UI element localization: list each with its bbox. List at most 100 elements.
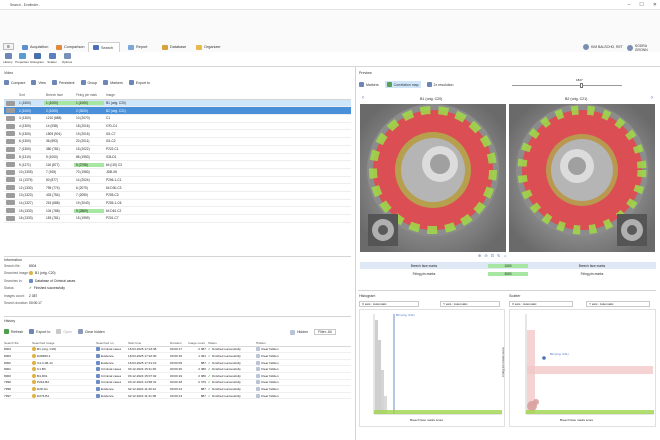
rotate-icon[interactable]: ↻: [497, 253, 500, 258]
table-row[interactable]: 10 (1305) 7 (915) 70 (1983) JDB-X6: [4, 169, 351, 177]
column-header[interactable]: Sort: [17, 93, 44, 97]
history-row[interactable]: 7997 D274-B1 Evidence 02.12.2024 11:31:05 00…: [4, 393, 351, 400]
match-slider[interactable]: 1827: [512, 78, 622, 88]
check-icon: ✔: [29, 286, 32, 291]
table-row[interactable]: 8 (1310) 5 (1000) 86 (1953) ICB-D1: [4, 154, 351, 162]
history-tool[interactable]: History: [1, 53, 15, 64]
preview-markers-button[interactable]: Markers: [359, 82, 379, 87]
column-header[interactable]: Firing pin mark: [74, 93, 104, 97]
refresh-button[interactable]: Refresh: [4, 329, 23, 334]
tab-organizer[interactable]: Organizer: [192, 42, 227, 52]
minimize-button[interactable]: –: [628, 2, 631, 8]
properties-tool[interactable]: Properties: [15, 53, 29, 64]
maximize-button[interactable]: ☐: [639, 2, 643, 8]
light-icon[interactable]: ☼: [503, 253, 507, 258]
tab-report[interactable]: Report: [124, 42, 153, 52]
options-tool[interactable]: Options: [60, 53, 74, 64]
close-button[interactable]: ✕: [653, 2, 657, 8]
left-cartridge-image[interactable]: [360, 104, 506, 252]
history-row[interactable]: 7998 D28-G1 Evidence 02.12.2024 11:40:12 00:…: [4, 386, 351, 393]
zoom-out-icon[interactable]: ⊖: [484, 253, 487, 258]
right-cartridge-image[interactable]: [509, 104, 655, 252]
table-row[interactable]: 12 (1330) 795 (774) 6 (2070) 64 D30-C3: [4, 184, 351, 192]
table-row[interactable]: 3 (1300) 1210 (888) 10 (2070) C1: [4, 115, 351, 123]
table-row[interactable]: 2 (1000) 2 (1000) 2 (3000) B2 (orig. C21): [4, 107, 351, 116]
tab-comparison[interactable]: Comparison: [52, 42, 90, 52]
user-avatar-icon: [627, 45, 633, 51]
clear-hidden-button[interactable]: Clear hidden: [77, 329, 105, 334]
history-row[interactable]: 8000 B4-D01 Criminal cases 03.12.2024 15:07…: [4, 373, 351, 380]
rank-cell: 3 (1300): [19, 116, 31, 121]
cartridge-thumbnail-icon: [6, 123, 15, 129]
table-row[interactable]: 16 (1333) 153 (781) 15 (1959) P201-C7: [4, 215, 351, 223]
column-header[interactable]: Image: [104, 93, 144, 97]
scatter-tool[interactable]: Scatter: [45, 53, 59, 64]
table-row[interactable]: 4 (1300) 14 (938) 18 (2016) I7/D-C4: [4, 123, 351, 131]
firing-pin-cell: 15 (2022): [76, 147, 90, 152]
report-icon: [128, 44, 134, 50]
table-row[interactable]: 11 (1375) 50 (877) 14 (2024) P206-1-C1: [4, 177, 351, 185]
filter-select[interactable]: Filter: All: [314, 329, 336, 335]
table-row[interactable]: 6 (1300) 36 (693) 20 (2011) I01-C2: [4, 138, 351, 146]
zoom-in-icon[interactable]: ⊕: [478, 253, 481, 258]
clear-icon: [256, 360, 260, 365]
table-row[interactable]: 13 (1323) 433 (754) 7 (2050) P205-C3: [4, 192, 351, 200]
scatter-y-axis-select[interactable]: Y axis : Automatic: [586, 301, 650, 307]
table-row[interactable]: 1 (1500) 1 (1000) 1 (1000) B1 (orig. C20): [4, 99, 351, 108]
tab-database[interactable]: Database: [158, 42, 192, 52]
image-cell: C1: [106, 116, 111, 121]
fit-icon[interactable]: ⊡: [491, 253, 494, 258]
table-row[interactable]: 14 (1327) 215 (688) 19 (2043) P205-1-C6: [4, 200, 351, 208]
previous-arrow-icon[interactable]: ‹: [362, 95, 364, 101]
main-splitter[interactable]: [355, 67, 356, 440]
rank-cell: 1 (1500): [19, 101, 31, 106]
cartridge-thumbnail-icon: [6, 200, 15, 206]
export-to-button[interactable]: Export to: [128, 80, 150, 85]
app-menu-button[interactable]: ≡: [3, 43, 14, 50]
cartridge-thumbnail-icon: [6, 169, 15, 175]
user-1[interactable]: KIM BALSCHO, RET: [583, 44, 623, 50]
check-icon: ✔: [208, 367, 211, 372]
history-row[interactable]: 8001 C1 B3 Criminal cases 03.12.2024 15:11:…: [4, 366, 351, 373]
table-row[interactable]: 9 (1271) 116 (877) 5 (2798) 64 (I19) C3: [4, 161, 351, 169]
histogram-y-axis-select[interactable]: Y axis : Automatic: [440, 301, 500, 307]
tab-acquisition[interactable]: Acquisition: [18, 42, 54, 52]
persistent-button[interactable]: Persistent: [51, 80, 75, 85]
correlation-map-toggle[interactable]: Correlation map: [384, 81, 421, 88]
history-row[interactable]: 8003 D28480-1 Evidence 18.03.2025 17:22:00 0…: [4, 353, 351, 360]
resolution-toggle[interactable]: 2x resolution: [426, 82, 453, 87]
breech-face-cell: 380 (781): [46, 147, 60, 152]
cartridge-thumbnail-icon: [6, 131, 15, 137]
history-export-button[interactable]: Export to: [29, 329, 50, 334]
user-2[interactable]: SODRA GRONN: [627, 44, 660, 52]
histogram-x-axis-select[interactable]: X axis : Automatic: [359, 301, 419, 307]
breech-face-cell: 215 (688): [46, 200, 60, 205]
history-row[interactable]: 8004 B1 (orig. C20) Criminal cases 18.03.20…: [4, 347, 351, 354]
histogram-chart[interactable]: B2 (orig. C21) Breech face marks score: [359, 309, 505, 427]
check-icon: ✔: [208, 353, 211, 358]
history-row[interactable]: 7999 P244-B2 Criminal cases 03.12.2024 14:5…: [4, 380, 351, 387]
histogram-tool[interactable]: Histogram: [30, 53, 44, 64]
table-row[interactable]: 7 (1300) 380 (781) 15 (2022) P222-C1: [4, 146, 351, 154]
breech-face-cell: 1 (1000): [44, 101, 74, 106]
rank-cell: 8 (1310): [19, 154, 31, 159]
open-button[interactable]: Open: [56, 329, 72, 334]
history-row[interactable]: 8002 C4-3-08-14 Evidence 18.03.2025 17:21:1…: [4, 360, 351, 367]
view-button[interactable]: View: [31, 80, 46, 85]
correlation-map-icon: [386, 82, 392, 87]
info-row: Searches in: Database of Criminal cases: [4, 278, 76, 283]
breech-face-cell: 14 (938): [46, 124, 58, 129]
compare-button[interactable]: Compare: [4, 80, 25, 85]
tab-search[interactable]: Search: [88, 42, 121, 52]
preview-toolbar: Markers Correlation map 2x resolution: [359, 81, 453, 88]
slider-handle[interactable]: [580, 83, 583, 88]
table-row[interactable]: 15 (1333) 104 (788) 9 (2869) 64 D61 C2: [4, 207, 351, 215]
column-header[interactable]: Breech face: [44, 93, 74, 97]
table-row[interactable]: 5 (1300) 1505 (901) 19 (2015) I01-C7: [4, 130, 351, 139]
hidden-toggle[interactable]: Hidden: [290, 329, 308, 335]
markers-button[interactable]: Markers: [103, 80, 123, 85]
scatter-x-axis-select[interactable]: X axis : Automatic: [509, 301, 573, 307]
scatter-chart[interactable]: B2 (orig. C21) Breech face marks score F…: [501, 309, 656, 427]
group-button[interactable]: Group: [80, 80, 97, 85]
next-arrow-icon[interactable]: ›: [651, 95, 653, 101]
